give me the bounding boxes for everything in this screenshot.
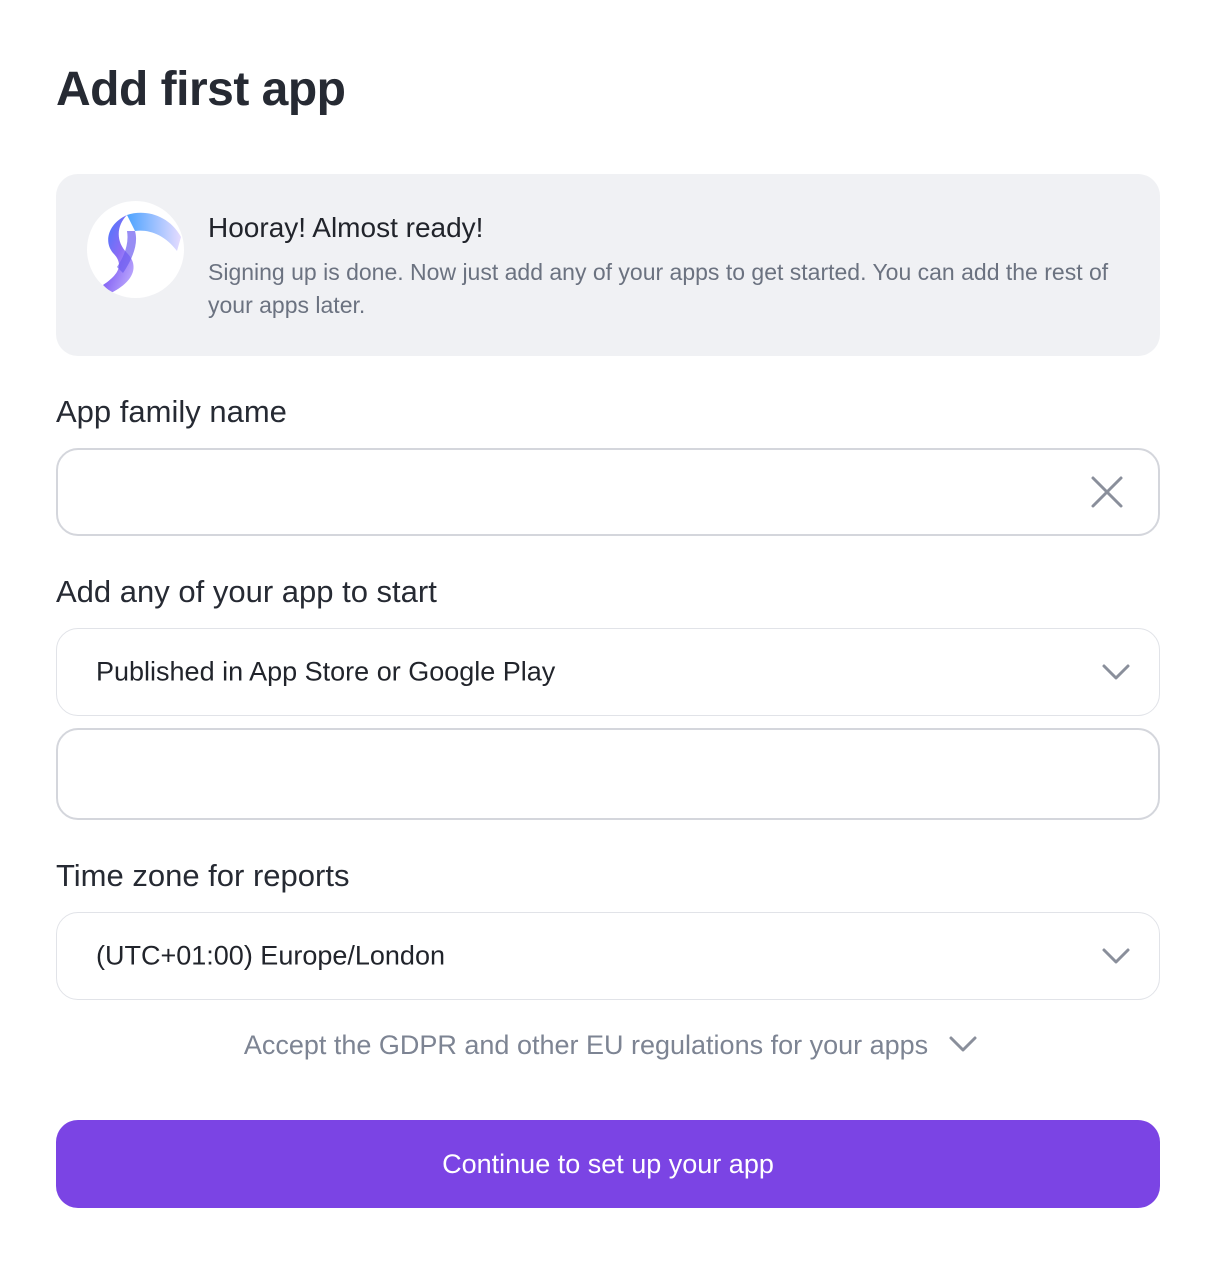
page-title: Add first app xyxy=(56,63,346,116)
app-family-input[interactable] xyxy=(96,450,1076,534)
chevron-down-icon xyxy=(948,1030,978,1061)
timezone-select[interactable]: (UTC+01:00) Europe/London xyxy=(56,912,1160,1000)
banner-text: Signing up is done. Now just add any of … xyxy=(208,259,1109,318)
timezone-selected-value: (UTC+01:00) Europe/London xyxy=(96,940,445,971)
app-link-input[interactable] xyxy=(96,730,1076,818)
close-icon[interactable] xyxy=(1090,475,1124,509)
app-source-label: Add any of your app to start xyxy=(56,574,437,609)
gdpr-toggle[interactable]: Accept the GDPR and other EU regulations… xyxy=(244,1030,978,1061)
add-first-app-page: Add first app Hooray! Almost ready! Sign… xyxy=(0,0,1222,1267)
ribbon-logo-icon xyxy=(87,201,184,298)
app-source-selected-value: Published in App Store or Google Play xyxy=(96,656,556,687)
app-source-select[interactable]: Published in App Store or Google Play xyxy=(56,628,1160,716)
timezone-label: Time zone for reports xyxy=(56,858,350,893)
info-banner: Hooray! Almost ready! Signing up is done… xyxy=(56,174,1160,356)
app-link-field[interactable] xyxy=(56,728,1160,820)
app-family-label: App family name xyxy=(56,394,287,429)
chevron-down-icon xyxy=(1101,946,1131,966)
gdpr-toggle-label: Accept the GDPR and other EU regulations… xyxy=(243,1030,929,1060)
chevron-down-icon xyxy=(1101,662,1131,682)
continue-button[interactable]: Continue to set up your app xyxy=(56,1120,1160,1208)
app-family-field[interactable] xyxy=(56,448,1160,536)
gdpr-toggle-row: Accept the GDPR and other EU regulations… xyxy=(0,1030,1222,1061)
banner-title: Hooray! Almost ready! xyxy=(208,212,484,243)
